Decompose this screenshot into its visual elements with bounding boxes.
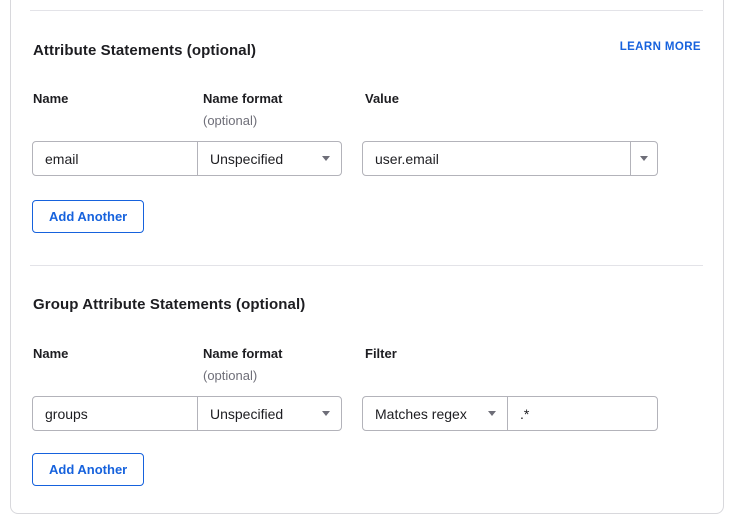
- attribute-add-another-button[interactable]: Add Another: [32, 200, 144, 233]
- group-name-format-group: Unspecified: [32, 396, 342, 431]
- attribute-value-group: [362, 141, 658, 176]
- group-filter-group: Matches regex: [362, 396, 658, 431]
- column-label-name-format: Name format: [203, 92, 282, 105]
- group-attribute-statements-heading: Group Attribute Statements (optional): [33, 297, 305, 312]
- attribute-name-input[interactable]: [32, 141, 198, 176]
- column-sublabel-optional: (optional): [203, 369, 257, 382]
- column-label-value: Value: [365, 92, 399, 105]
- column-label-name: Name: [33, 347, 68, 360]
- dropdown-arrow-icon: [488, 411, 496, 416]
- attribute-name-format-group: Unspecified: [32, 141, 342, 176]
- dropdown-arrow-icon: [322, 411, 330, 416]
- group-filter-type-value: Matches regex: [375, 406, 467, 422]
- section-divider: [30, 265, 703, 266]
- group-name-format-select[interactable]: Unspecified: [197, 396, 342, 431]
- group-name-input[interactable]: [32, 396, 198, 431]
- dropdown-arrow-icon: [640, 156, 648, 161]
- learn-more-link[interactable]: LEARN MORE: [620, 42, 701, 54]
- column-label-name: Name: [33, 92, 68, 105]
- column-label-name-format: Name format: [203, 347, 282, 360]
- attribute-name-format-value: Unspecified: [210, 151, 283, 167]
- saml-settings-card: Attribute Statements (optional) LEARN MO…: [10, 0, 724, 514]
- group-name-format-value: Unspecified: [210, 406, 283, 422]
- attribute-statements-heading: Attribute Statements (optional): [33, 43, 256, 58]
- settings-page: Attribute Statements (optional) LEARN MO…: [0, 0, 737, 530]
- column-sublabel-optional: (optional): [203, 114, 257, 127]
- column-label-filter: Filter: [365, 347, 397, 360]
- attribute-name-format-select[interactable]: Unspecified: [197, 141, 342, 176]
- group-filter-type-select[interactable]: Matches regex: [362, 396, 508, 431]
- dropdown-arrow-icon: [322, 156, 330, 161]
- attribute-value-dropdown-button[interactable]: [630, 141, 658, 176]
- group-add-another-button[interactable]: Add Another: [32, 453, 144, 486]
- section-divider: [30, 10, 703, 11]
- group-filter-value-input[interactable]: [507, 396, 658, 431]
- attribute-value-input[interactable]: [362, 141, 631, 176]
